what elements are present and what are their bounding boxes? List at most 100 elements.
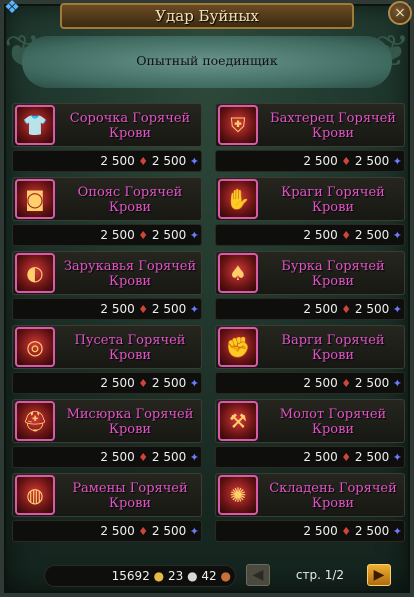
shop-item[interactable]: ⛑ Мисюрка Горячей Крови 2 500 ♦ 2 500 ✦ [12,399,202,471]
ruby-icon: ♦ [337,155,352,168]
item-price: 2 500 ♦ 2 500 ✦ [12,298,202,320]
silver-coin-icon: ● [187,569,198,583]
shop-item[interactable]: ⛨ Бахтерец Горячей Крови 2 500 ♦ 2 500 ✦ [215,103,405,175]
ruby-icon: ♦ [337,303,352,316]
shop-item[interactable]: ◍ Рамены Горячей Крови 2 500 ♦ 2 500 ✦ [12,473,202,545]
copper-coin-icon: ● [220,569,231,583]
price-ruby-amount: 2 500 [100,524,135,538]
shirt-icon[interactable]: 👕 [15,105,55,145]
item-card[interactable]: ◍ Рамены Горячей Крови [12,473,202,517]
item-name[interactable]: Мисюрка Горячей Крови [59,402,201,442]
price-crystal-amount: 2 500 [151,524,187,538]
item-price: 2 500 ♦ 2 500 ✦ [12,372,202,394]
price-ruby-amount: 2 500 [100,376,135,390]
shoulder-icon[interactable]: ◍ [15,475,55,515]
price-crystal-amount: 2 500 [151,450,187,464]
crystal-icon: ✦ [389,451,402,464]
item-name[interactable]: Зарукавья Горячей Крови [59,254,201,294]
price-crystal-amount: 2 500 [354,376,390,390]
item-card[interactable]: ◙ Опояс Горячей Крови [12,177,202,221]
item-card[interactable]: ♠ Бурка Горячей Крови [215,251,405,295]
price-crystal-amount: 2 500 [354,302,390,316]
price-crystal-amount: 2 500 [151,302,187,316]
crystal-icon: ✦ [186,525,199,538]
item-card[interactable]: ◐ Зарукавья Горячей Крови [12,251,202,295]
armor-icon[interactable]: ⛨ [218,105,258,145]
item-name[interactable]: Молот Горячей Крови [262,402,404,442]
item-name[interactable]: Сорочка Горячей Крови [59,106,201,146]
rank-subtitle: Опытный поединщик [22,36,392,88]
gold-amount: 15692 [111,569,150,583]
item-name[interactable]: Краги Горячей Крови [262,180,404,220]
price-ruby-amount: 2 500 [303,154,338,168]
price-ruby-amount: 2 500 [303,228,338,242]
gloves-icon[interactable]: ✋ [218,179,258,219]
bracer-icon[interactable]: ◐ [15,253,55,293]
next-page-button[interactable]: ▶ [367,564,391,586]
item-card[interactable]: 👕 Сорочка Горячей Крови [12,103,202,147]
earring-icon[interactable]: ◎ [15,327,55,367]
item-name[interactable]: Рамены Горячей Крови [59,476,201,516]
shop-item[interactable]: ◙ Опояс Горячей Крови 2 500 ♦ 2 500 ✦ [12,177,202,249]
ruby-icon: ♦ [134,229,149,242]
shop-item[interactable]: 👕 Сорочка Горячей Крови 2 500 ♦ 2 500 ✦ [12,103,202,175]
price-crystal-amount: 2 500 [354,524,390,538]
price-ruby-amount: 2 500 [303,450,338,464]
shop-item[interactable]: ◎ Пусета Горячей Крови 2 500 ♦ 2 500 ✦ [12,325,202,397]
belt-icon[interactable]: ◙ [15,179,55,219]
price-crystal-amount: 2 500 [354,450,390,464]
currency-bar: 15692 ● 23 ● 42 ● [44,565,236,587]
price-ruby-amount: 2 500 [100,450,135,464]
item-price: 2 500 ♦ 2 500 ✦ [12,150,202,172]
crystal-icon: ✦ [186,377,199,390]
shop-item[interactable]: ♠ Бурка Горячей Крови 2 500 ♦ 2 500 ✦ [215,251,405,323]
item-name[interactable]: Варги Горячей Крови [262,328,404,368]
item-price: 2 500 ♦ 2 500 ✦ [215,150,405,172]
crystal-icon: ✦ [389,155,402,168]
shop-item[interactable]: ✋ Краги Горячей Крови 2 500 ♦ 2 500 ✦ [215,177,405,249]
item-card[interactable]: ◎ Пусета Горячей Крови [12,325,202,369]
item-name[interactable]: Бурка Горячей Крови [262,254,404,294]
ruby-icon: ♦ [337,451,352,464]
copper-amount: 42 [201,569,217,583]
helmet-icon[interactable]: ⛑ [15,401,55,441]
item-price: 2 500 ♦ 2 500 ✦ [215,520,405,542]
item-name[interactable]: Бахтерец Горячей Крови [262,106,404,146]
crystal-icon: ✦ [389,303,402,316]
shop-item[interactable]: ⚒ Молот Горячей Крови 2 500 ♦ 2 500 ✦ [215,399,405,471]
price-ruby-amount: 2 500 [100,228,135,242]
item-card[interactable]: ⚒ Молот Горячей Крови [215,399,405,443]
gauntlet-icon[interactable]: ✊ [218,327,258,367]
shop-item[interactable]: ✊ Варги Горячей Крови 2 500 ♦ 2 500 ✦ [215,325,405,397]
gold-coin-icon: ● [153,569,165,583]
amulet-icon[interactable]: ✺ [218,475,258,515]
item-price: 2 500 ♦ 2 500 ✦ [215,298,405,320]
prev-page-button[interactable]: ◀ [246,564,270,586]
item-name[interactable]: Складень Горячей Крови [262,476,404,516]
price-ruby-amount: 2 500 [100,154,135,168]
price-crystal-amount: 2 500 [151,228,187,242]
ruby-icon: ♦ [134,155,149,168]
price-crystal-amount: 2 500 [354,154,390,168]
item-name[interactable]: Пусета Горячей Крови [59,328,201,368]
item-card[interactable]: ✋ Краги Горячей Крови [215,177,405,221]
item-card[interactable]: ✺ Складень Горячей Крови [215,473,405,517]
item-card[interactable]: ⛨ Бахтерец Горячей Крови [215,103,405,147]
ruby-icon: ♦ [134,451,149,464]
close-button[interactable]: × [388,1,412,25]
item-price: 2 500 ♦ 2 500 ✦ [12,520,202,542]
hammer-icon[interactable]: ⚒ [218,401,258,441]
item-card[interactable]: ✊ Варги Горячей Крови [215,325,405,369]
shop-item[interactable]: ✺ Складень Горячей Крови 2 500 ♦ 2 500 ✦ [215,473,405,545]
crystal-icon: ✦ [389,525,402,538]
crystal-icon: ✦ [186,303,199,316]
ruby-icon: ♦ [337,377,352,390]
crystal-icon: ✦ [186,451,199,464]
cloak-icon[interactable]: ♠ [218,253,258,293]
ruby-icon: ♦ [337,525,352,538]
shop-item[interactable]: ◐ Зарукавья Горячей Крови 2 500 ♦ 2 500 ✦ [12,251,202,323]
crystal-icon: ✦ [186,229,199,242]
item-name[interactable]: Опояс Горячей Крови [59,180,201,220]
item-card[interactable]: ⛑ Мисюрка Горячей Крови [12,399,202,443]
gem-icon: ❖ [4,0,21,18]
